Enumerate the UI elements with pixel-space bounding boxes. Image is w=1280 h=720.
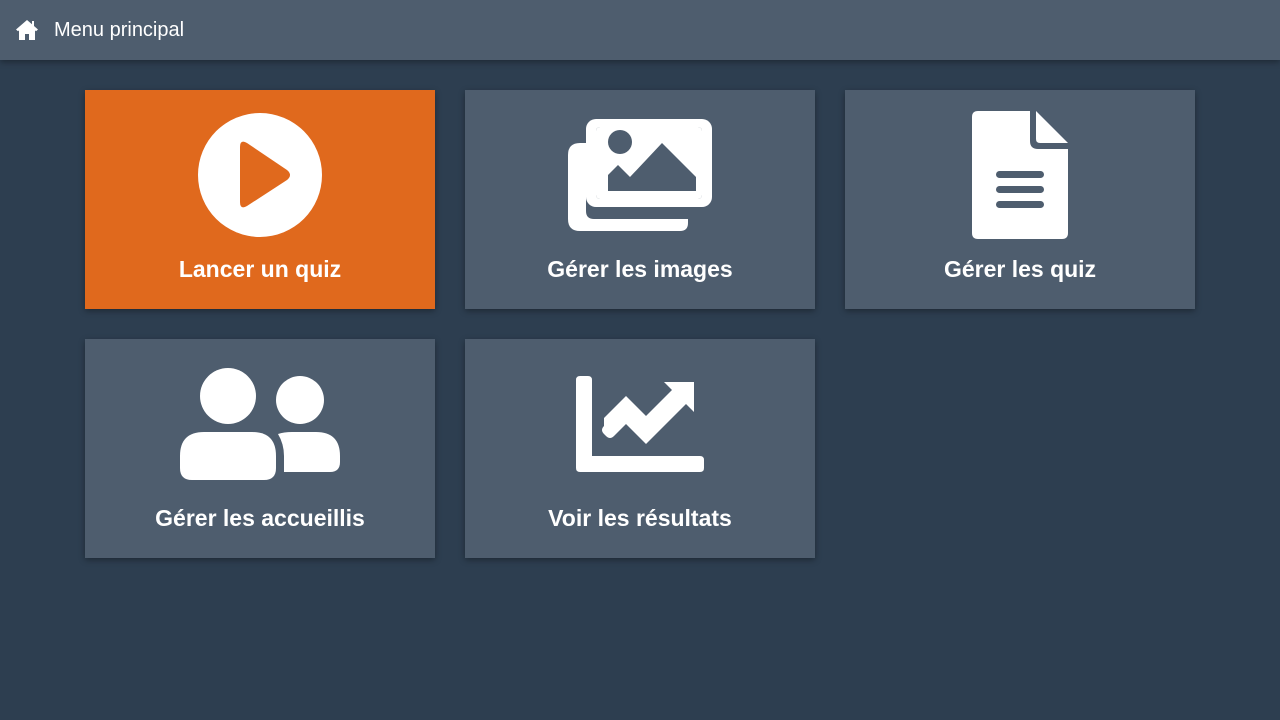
home-icon[interactable] <box>15 19 39 41</box>
tile-manage-attendees[interactable]: Gérer les accueillis <box>85 339 435 558</box>
tile-label: Gérer les quiz <box>943 256 1097 282</box>
tile-view-results[interactable]: Voir les résultats <box>465 339 815 558</box>
top-bar: Menu principal <box>0 0 1280 60</box>
tile-launch-quiz[interactable]: Lancer un quiz <box>85 90 435 309</box>
play-circle-icon <box>198 113 322 237</box>
tile-label: Lancer un quiz <box>178 256 342 282</box>
images-icon <box>568 119 712 231</box>
tile-manage-images[interactable]: Gérer les images <box>465 90 815 309</box>
tile-manage-quizzes[interactable]: Gérer les quiz <box>845 90 1195 309</box>
tile-label: Voir les résultats <box>548 505 732 531</box>
users-icon <box>180 368 340 480</box>
tile-label: Gérer les accueillis <box>155 505 365 531</box>
chart-line-icon <box>576 376 704 472</box>
tile-label: Gérer les images <box>547 256 733 282</box>
page-title: Menu principal <box>54 18 185 41</box>
document-icon <box>972 111 1068 239</box>
